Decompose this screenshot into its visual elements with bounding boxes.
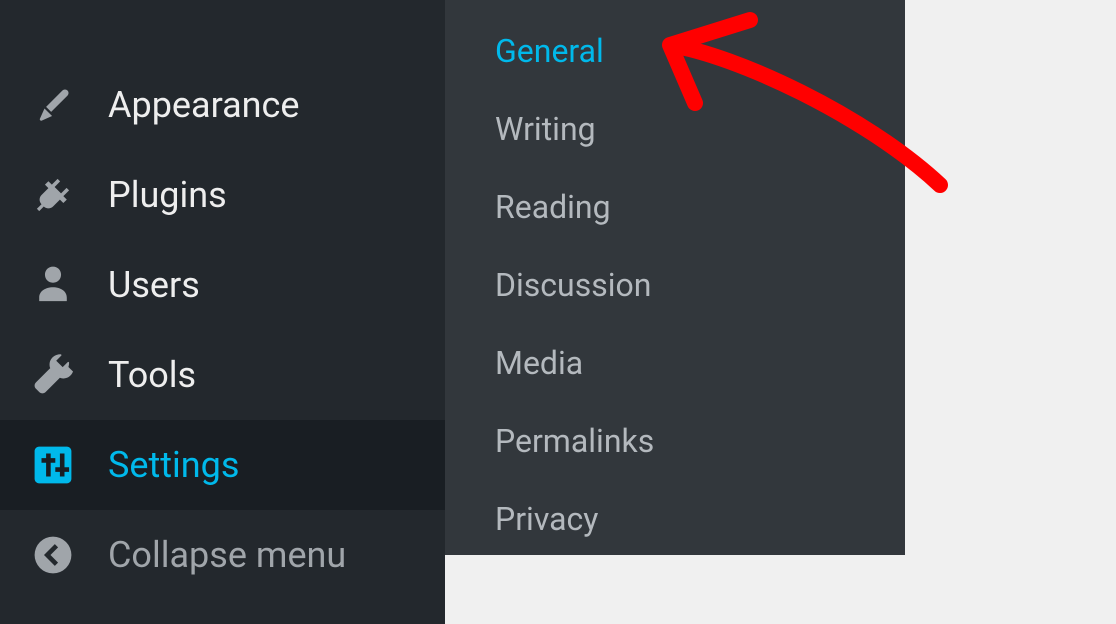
submenu-label: Discussion bbox=[495, 266, 651, 304]
sidebar-item-label: Users bbox=[108, 264, 200, 306]
sidebar-item-label: Tools bbox=[108, 354, 196, 396]
submenu-label: Reading bbox=[495, 188, 611, 226]
submenu-item-writing[interactable]: Writing bbox=[445, 90, 905, 168]
user-icon bbox=[30, 262, 76, 308]
submenu-label: Permalinks bbox=[495, 422, 654, 460]
submenu-label: General bbox=[495, 32, 604, 70]
sidebar-item-plugins[interactable]: Plugins bbox=[0, 150, 445, 240]
admin-sidebar: Appearance Plugins Users Tools Settings … bbox=[0, 0, 445, 624]
collapse-menu-label: Collapse menu bbox=[108, 534, 346, 576]
submenu-item-privacy[interactable]: Privacy bbox=[445, 480, 905, 558]
collapse-icon bbox=[30, 532, 76, 578]
submenu-label: Writing bbox=[495, 110, 596, 148]
submenu-item-permalinks[interactable]: Permalinks bbox=[445, 402, 905, 480]
wrench-icon bbox=[30, 352, 76, 398]
submenu-item-reading[interactable]: Reading bbox=[445, 168, 905, 246]
settings-submenu: General Writing Reading Discussion Media… bbox=[445, 0, 905, 555]
collapse-menu-button[interactable]: Collapse menu bbox=[0, 510, 445, 600]
brush-icon bbox=[30, 82, 76, 128]
submenu-item-media[interactable]: Media bbox=[445, 324, 905, 402]
submenu-label: Media bbox=[495, 344, 583, 382]
sidebar-item-settings[interactable]: Settings bbox=[0, 420, 445, 510]
sidebar-item-appearance[interactable]: Appearance bbox=[0, 60, 445, 150]
sliders-icon bbox=[30, 442, 76, 488]
sidebar-item-label: Settings bbox=[108, 444, 239, 486]
sidebar-item-users[interactable]: Users bbox=[0, 240, 445, 330]
plug-icon bbox=[30, 172, 76, 218]
sidebar-item-tools[interactable]: Tools bbox=[0, 330, 445, 420]
submenu-label: Privacy bbox=[495, 500, 598, 538]
submenu-item-general[interactable]: General bbox=[445, 12, 905, 90]
sidebar-item-label: Appearance bbox=[108, 84, 299, 126]
submenu-item-discussion[interactable]: Discussion bbox=[445, 246, 905, 324]
sidebar-item-label: Plugins bbox=[108, 174, 227, 216]
